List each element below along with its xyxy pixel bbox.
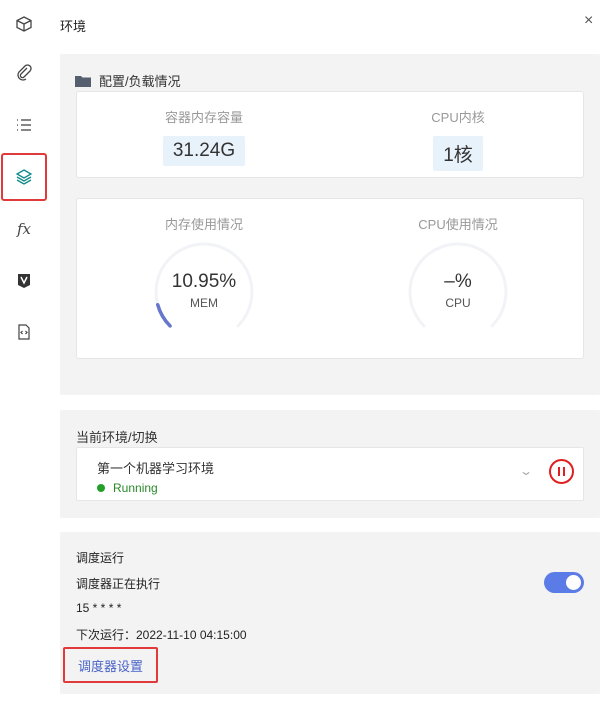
list-icon [17, 119, 31, 131]
pause-environment-button[interactable] [549, 459, 574, 484]
scheduler-settings-link[interactable]: 调度器设置 [63, 647, 158, 683]
memory-usage-gauge: 内存使用情况 10.95% MEM [77, 199, 331, 328]
paperclip-icon [17, 64, 32, 81]
cpu-cores-stat: CPU内核 1核 [331, 92, 585, 171]
config-section-header: 配置/负载情况 [75, 71, 181, 90]
sidebar-item-functions[interactable]: fx [0, 205, 48, 253]
pause-bar-right [563, 467, 565, 476]
environment-status: Running [97, 481, 158, 495]
usage-card: 内存使用情况 10.95% MEM CPU使用情况 –% CPU [76, 198, 584, 359]
environment-panel: 当前环境/切换 第一个机器学习环境 Running ⌄ [60, 410, 600, 518]
code-file-icon [18, 324, 30, 340]
cpu-usage-label: CPU使用情况 [418, 217, 498, 232]
fx-icon: fx [16, 220, 31, 238]
sidebar-item-environment[interactable] [1, 153, 47, 201]
scheduler-cron: 15 * * * * [76, 601, 122, 615]
scheduler-toggle[interactable] [544, 572, 584, 593]
environment-section-header: 当前环境/切换 [76, 427, 158, 446]
scheduler-status: 调度器正在执行 [76, 577, 161, 591]
sidebar-item-list[interactable] [0, 101, 48, 149]
cpu-cores-label: CPU内核 [431, 110, 485, 125]
memory-usage-value: 10.95% [171, 271, 237, 292]
v-badge-icon [18, 274, 30, 288]
chevron-down-icon[interactable]: ⌄ [519, 464, 533, 478]
config-panel: 配置/负载情况 容器内存容量 31.24G CPU内核 1核 内存使用情况 10… [60, 54, 600, 395]
page-title: 环境 [60, 19, 87, 34]
cpu-usage-gauge: CPU使用情况 –% CPU [331, 199, 585, 328]
memory-unit-label: MEM [190, 296, 218, 310]
sidebar-item-cube[interactable] [0, 0, 48, 48]
sidebar-item-code-file[interactable] [0, 308, 48, 356]
cpu-unit-label: CPU [445, 296, 471, 310]
container-memory-value: 31.24G [162, 136, 246, 166]
environment-name: 第一个机器学习环境 [97, 461, 215, 476]
folder-icon [75, 75, 91, 87]
scheduler-panel: 调度运行 调度器正在执行 15 * * * * 下次运行：2022-11-10 … [60, 532, 600, 694]
cpu-cores-value: 1核 [433, 136, 483, 171]
environment-title: 当前环境/切换 [76, 430, 158, 445]
pause-bar-left [558, 467, 560, 476]
memory-usage-label: 内存使用情况 [164, 217, 243, 232]
environment-status-text: Running [113, 481, 158, 495]
sidebar-rail: fx [0, 0, 48, 710]
environment-select[interactable]: 第一个机器学习环境 Running ⌄ [76, 447, 584, 501]
container-memory-label: 容器内存容量 [164, 110, 243, 125]
close-icon[interactable]: × [584, 12, 593, 30]
sidebar-item-attachments[interactable] [0, 48, 48, 96]
sidebar-item-vbadge[interactable] [0, 257, 48, 305]
cpu-usage-value: –% [444, 271, 472, 292]
config-title: 配置/负载情况 [99, 74, 181, 89]
container-memory-stat: 容器内存容量 31.24G [77, 92, 331, 166]
capacity-card: 容器内存容量 31.24G CPU内核 1核 [76, 91, 584, 178]
scheduler-next-run: 下次运行：2022-11-10 04:15:00 [76, 628, 247, 642]
layers-icon [15, 169, 33, 185]
cube-icon [16, 16, 32, 32]
status-dot-icon [97, 484, 105, 492]
scheduler-title: 调度运行 [76, 551, 125, 565]
